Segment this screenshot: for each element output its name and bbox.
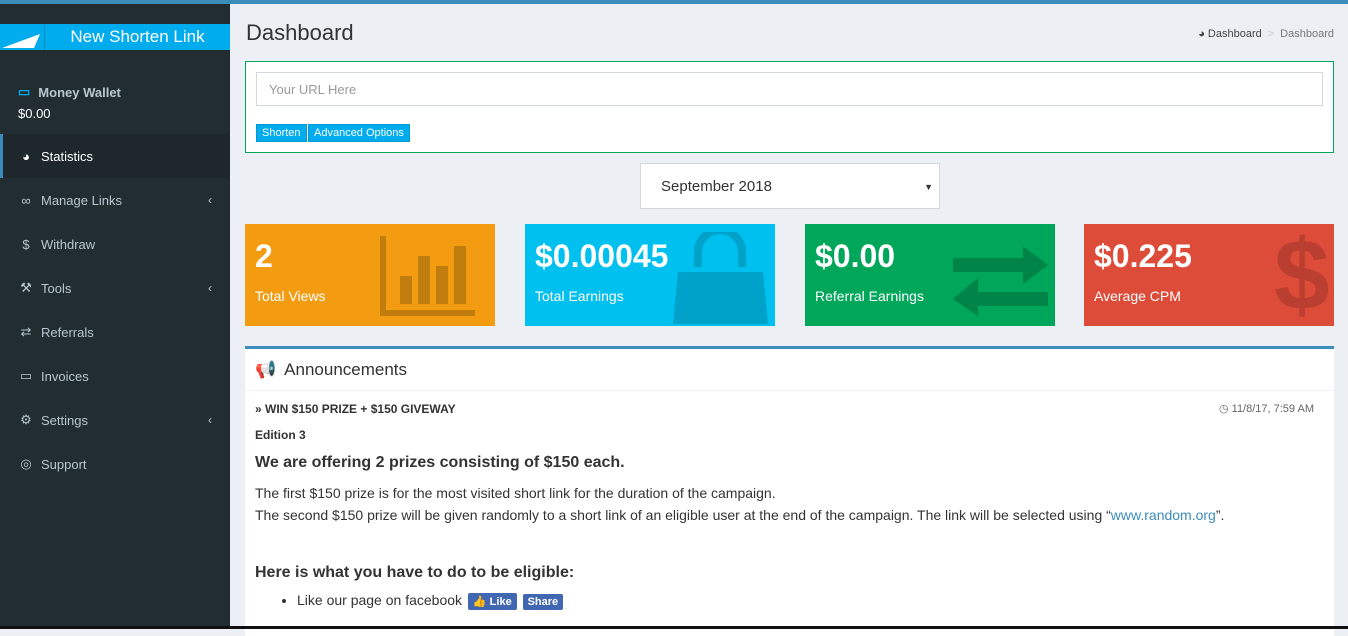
shorten-form: Shorten Advanced Options [245,61,1334,153]
facebook-like-button[interactable]: 👍 Like [467,593,517,610]
post-edition: Edition 3 [255,428,306,442]
sidebar-item-label: Withdraw [41,236,96,252]
sidebar-item-tools[interactable]: ⚒ Tools ‹ [0,266,230,310]
bar-chart-icon [380,236,475,316]
shorten-button[interactable]: Shorten [256,124,307,142]
list-item: Like our page on facebook 👍 Like Share [297,592,1324,610]
wallet-label: Money Wallet [38,84,121,100]
stat-label: Average CPM [1094,288,1181,304]
sidebar-item-manage-links[interactable]: ∞ Manage Links ‹ [0,178,230,222]
credit-card-icon: ▭ [19,368,33,383]
link-icon: ∞ [21,192,31,208]
breadcrumb-current: Dashboard [1280,28,1334,40]
announcements-title: Announcements [284,359,408,379]
sidebar-item-statistics[interactable]: ◕ Statistics [0,134,230,178]
stat-label: Total Earnings [535,288,624,304]
breadcrumb-separator: > [1267,28,1275,40]
breadcrumb: ◕ Dashboard > Dashboard [1198,28,1334,40]
new-shorten-link-label: New Shorten Link [70,27,205,46]
like-label: Like [489,596,512,608]
stat-total-views: 2 Total Views [245,224,495,326]
thumbs-up-icon: 👍 [472,596,487,608]
month-selected: September 2018 [661,178,772,195]
sidebar-item-label: Settings [41,412,88,428]
sidebar-item-referrals[interactable]: ⇄ Referrals [0,310,230,354]
exchange-icon [953,246,1048,316]
dashboard-icon: ◕ [1198,28,1208,40]
sidebar-item-label: Statistics [41,148,94,164]
list-item-text: Like our page on facebook [297,592,463,608]
breadcrumb-home[interactable]: Dashboard [1208,28,1262,40]
sidebar-item-withdraw[interactable]: $ Withdraw [0,222,230,266]
announcements-panel: 📢 Announcements » WIN $150 PRIZE + $150 G… [245,346,1334,636]
chevron-left-icon: ‹ [208,193,212,207]
sidebar: New Shorten Link ▭ Money Wallet $0.00 ◕ St… [0,4,230,629]
clock-icon: ◷ [1218,403,1232,415]
double-chevron-icon: » [255,402,266,416]
exchange-icon: ⇄ [20,324,32,339]
sidebar-item-label: Manage Links [41,192,122,208]
credit-card-icon: ▭ [18,84,31,99]
money-wallet: ▭ Money Wallet $0.00 [18,84,121,121]
post-paragraph-end: ”. [1215,507,1225,523]
bullhorn-icon: 📢 [255,359,277,379]
url-input[interactable] [256,72,1323,106]
chevron-left-icon: ‹ [208,281,212,295]
sidebar-item-label: Support [41,456,87,472]
new-shorten-link-button[interactable]: New Shorten Link [0,24,230,50]
facebook-share-button[interactable]: Share [522,594,564,610]
shopping-bag-icon [673,232,768,324]
stat-value: $0.225 [1094,238,1192,274]
stat-value: $0.00 [815,238,896,274]
wallet-value: $0.00 [18,106,51,121]
month-select[interactable]: September 2018 ▼ [640,163,940,209]
advanced-options-button[interactable]: Advanced Options [308,124,410,142]
stat-value: $0.00045 [535,238,669,274]
wrench-icon: ⚒ [20,280,32,295]
paper-plane-icon [0,24,45,50]
gears-icon: ⚙ [20,412,32,427]
stat-average-cpm: $ $0.225 Average CPM [1084,224,1334,326]
sidebar-item-label: Invoices [41,368,89,384]
eligibility-heading: Here is what you have to do to be eligib… [255,564,575,581]
post-title: WIN $150 PRIZE + $150 GIVEWAY [265,402,456,416]
post-heading: We are offering 2 prizes consisting of $… [255,454,625,471]
sidebar-item-settings[interactable]: ⚙ Settings ‹ [0,398,230,442]
life-ring-icon: ◎ [20,456,32,471]
sidebar-item-label: Referrals [41,324,94,340]
sidebar-item-label: Tools [41,280,72,296]
stat-value: 2 [255,238,273,274]
dashboard-icon: ◕ [22,148,30,164]
dollar-icon: $ [1274,224,1330,326]
page-title: Dashboard [246,20,354,45]
post-date: 11/8/17, 7:59 AM [1231,403,1314,415]
stat-label: Referral Earnings [815,288,924,304]
dollar-icon: $ [22,236,30,252]
post-paragraph: The second $150 prize will be given rand… [255,507,1111,523]
stat-total-earnings: $0.00045 Total Earnings [525,224,775,326]
caret-down-icon: ▼ [924,182,933,192]
sidebar-item-support[interactable]: ◎ Support [0,442,230,486]
stat-referral-earnings: $0.00 Referral Earnings [805,224,1055,326]
chevron-left-icon: ‹ [208,413,212,427]
post-paragraph: The first $150 prize is for the most vis… [255,485,776,501]
random-org-link[interactable]: www.random.org [1111,507,1216,523]
sidebar-item-invoices[interactable]: ▭ Invoices [0,354,230,398]
stat-label: Total Views [255,288,326,304]
